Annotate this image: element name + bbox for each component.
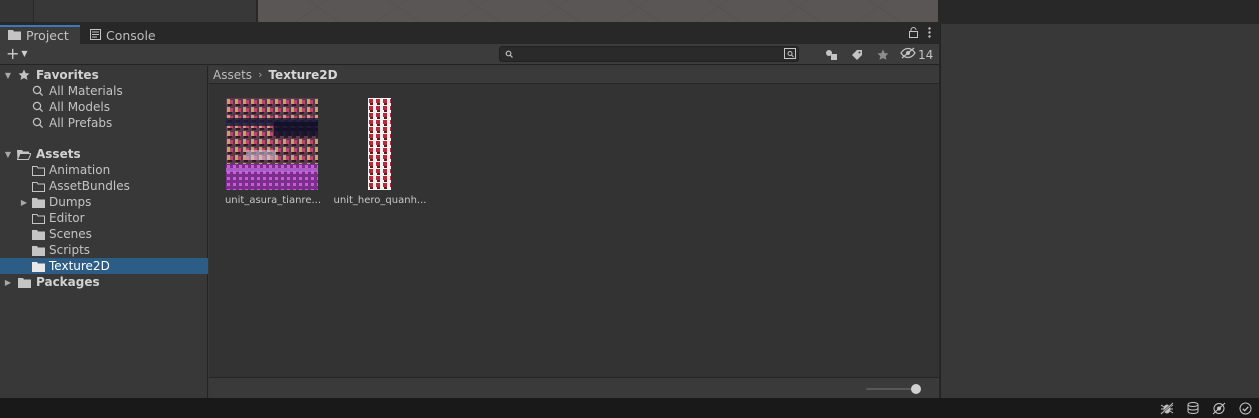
tree-item-all-prefabs[interactable]: All Prefabs [0, 115, 208, 131]
folder-icon [31, 228, 45, 240]
tree-folder-scripts[interactable]: Scripts [0, 242, 208, 258]
folder-outline-icon [31, 164, 45, 176]
search-icon [31, 101, 45, 113]
inspector-pane [940, 24, 1259, 398]
filter-by-type-icon[interactable] [824, 46, 840, 63]
favorite-star-icon[interactable] [875, 46, 891, 63]
chevron-right-icon: › [258, 68, 263, 81]
tree-assets-label: Assets [36, 147, 81, 161]
tree-folder-assetbundles[interactable]: AssetBundles [0, 178, 208, 194]
folder-icon [31, 260, 45, 272]
collapsed-arrow-icon[interactable]: ▶ [3, 278, 13, 287]
tree-item-all-models[interactable]: All Models [0, 99, 208, 115]
tree-packages[interactable]: ▶ Packages [0, 274, 208, 290]
scene-viewport[interactable] [258, 0, 938, 22]
tree-folder-editor[interactable]: Editor [0, 210, 208, 226]
breadcrumb-assets[interactable]: Assets [213, 68, 252, 82]
search-box[interactable] [499, 46, 799, 62]
star-icon [17, 69, 31, 81]
tree-item-label: All Prefabs [49, 116, 113, 130]
debug-bug-icon[interactable] [1159, 401, 1175, 415]
cache-server-icon[interactable] [1185, 401, 1201, 415]
chevron-down-icon: ▼ [21, 49, 28, 58]
tree-item-label: All Materials [49, 84, 123, 98]
asset-browser-footer [209, 377, 939, 398]
tree-folder-label: AssetBundles [49, 179, 130, 193]
tab-console-label: Console [106, 27, 156, 43]
tree-folder-label: Scripts [49, 243, 91, 257]
folder-icon [8, 28, 21, 43]
tree-folder-label: Animation [49, 163, 111, 177]
hidden-packages-toggle[interactable]: 14 [900, 47, 933, 62]
tree-item-all-materials[interactable]: All Materials [0, 83, 208, 99]
scene-right-space [940, 0, 1259, 24]
tree-folder-texture2d[interactable]: Texture2D [0, 258, 208, 274]
folder-icon [31, 196, 45, 208]
asset-browser: Assets › Texture2D unit_asura_tianre... … [209, 66, 939, 398]
breadcrumb: Assets › Texture2D [209, 66, 939, 84]
folder-icon [17, 276, 31, 288]
tree-folder-label: Editor [49, 211, 85, 225]
breadcrumb-texture2d[interactable]: Texture2D [268, 68, 337, 82]
tree-folder-animation[interactable]: Animation [0, 162, 208, 178]
texture-thumbnail[interactable] [368, 98, 391, 190]
network-icon[interactable] [1211, 401, 1227, 415]
scene-hierarchy-panel [34, 0, 256, 22]
tree-folder-dumps[interactable]: ▶ Dumps [0, 194, 208, 210]
eye-slash-icon [900, 47, 916, 62]
project-toolbar: + ▼ 14 [0, 44, 939, 65]
tree-item-label: All Models [49, 100, 110, 114]
tree-favorites[interactable]: ▼ Favorites [0, 67, 208, 83]
tree-folder-scenes[interactable]: Scenes [0, 226, 208, 242]
tree-folder-label: Scenes [49, 227, 92, 241]
expanded-arrow-icon[interactable]: ▼ [3, 71, 13, 80]
folder-outline-icon [31, 180, 45, 192]
search-input[interactable] [516, 47, 796, 61]
tab-console[interactable]: Console [82, 26, 162, 44]
search-icon [505, 47, 513, 64]
check-circle-icon[interactable] [1237, 401, 1253, 415]
status-bar [0, 398, 1259, 418]
tree-favorites-label: Favorites [36, 68, 99, 82]
texture-thumbnail[interactable] [226, 98, 318, 190]
console-icon [90, 28, 101, 43]
search-icon [31, 117, 45, 129]
asset-label: unit_hero_quanh... [333, 195, 427, 206]
plus-icon: + [6, 44, 20, 63]
project-window: Project Console + ▼ 14 ▼ Favorites All M… [0, 24, 939, 398]
tree-folder-label: Texture2D [49, 259, 110, 273]
scene-left-panel [0, 0, 33, 22]
scene-view-strip [0, 0, 1259, 24]
lock-icon[interactable] [909, 27, 918, 41]
open-folder-icon [17, 148, 31, 160]
tab-project-label: Project [26, 28, 69, 43]
folder-icon [31, 244, 45, 256]
folder-tree: ▼ Favorites All Materials All Models All… [0, 66, 208, 398]
collapsed-arrow-icon[interactable]: ▶ [19, 198, 29, 207]
create-button[interactable]: + ▼ [6, 45, 34, 63]
kebab-menu-icon[interactable] [928, 27, 931, 41]
hidden-count: 14 [918, 47, 934, 62]
zoom-slider-handle[interactable] [911, 384, 921, 394]
search-by-type-icon[interactable] [784, 47, 796, 63]
tree-packages-label: Packages [36, 275, 100, 289]
tree-assets[interactable]: ▼ Assets [0, 146, 208, 162]
asset-label: unit_asura_tianre... [224, 195, 322, 206]
filter-by-label-icon[interactable] [849, 46, 865, 63]
search-icon [31, 85, 45, 97]
folder-outline-icon [31, 212, 45, 224]
tab-bar: Project Console [0, 24, 939, 44]
tab-project[interactable]: Project [0, 25, 80, 44]
expanded-arrow-icon[interactable]: ▼ [3, 150, 13, 159]
tree-folder-label: Dumps [49, 195, 92, 209]
